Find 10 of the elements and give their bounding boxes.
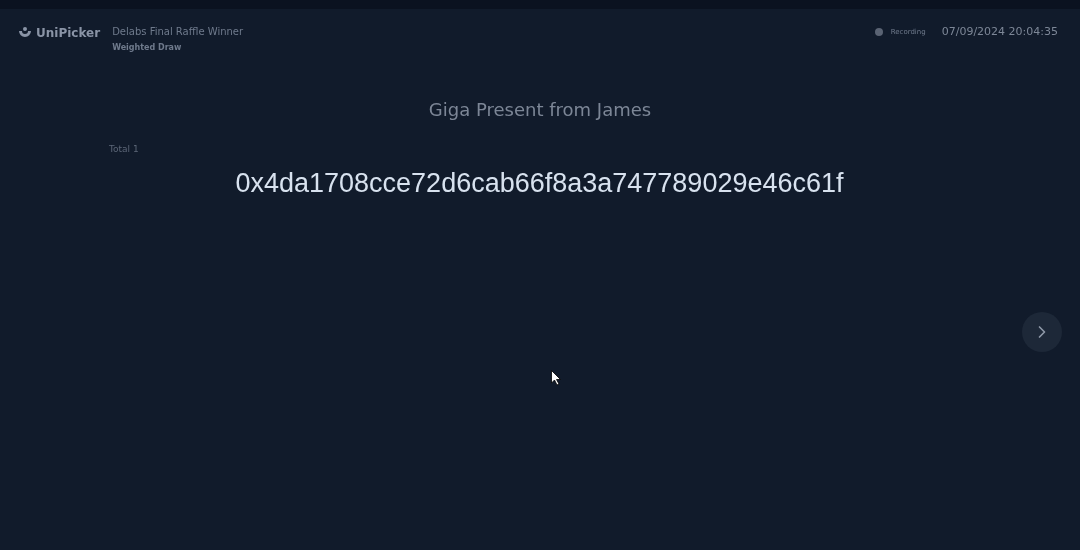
draw-title: Delabs Final Raffle Winner <box>112 25 244 39</box>
brand-name: UniPicker <box>36 25 101 42</box>
prize-title: Giga Present from James <box>428 98 652 122</box>
winner-address: 0x4da1708cce72d6cab66f8a3a747789029e46c61f <box>235 167 844 200</box>
date-time: 07/09/2024 20:04:35 <box>941 24 1058 40</box>
cursor-icon <box>551 370 561 386</box>
next-button[interactable] <box>1022 312 1062 352</box>
total-count: Total 1 <box>109 144 139 154</box>
logo-icon <box>18 26 32 40</box>
draw-type: Weighted Draw <box>112 42 183 54</box>
